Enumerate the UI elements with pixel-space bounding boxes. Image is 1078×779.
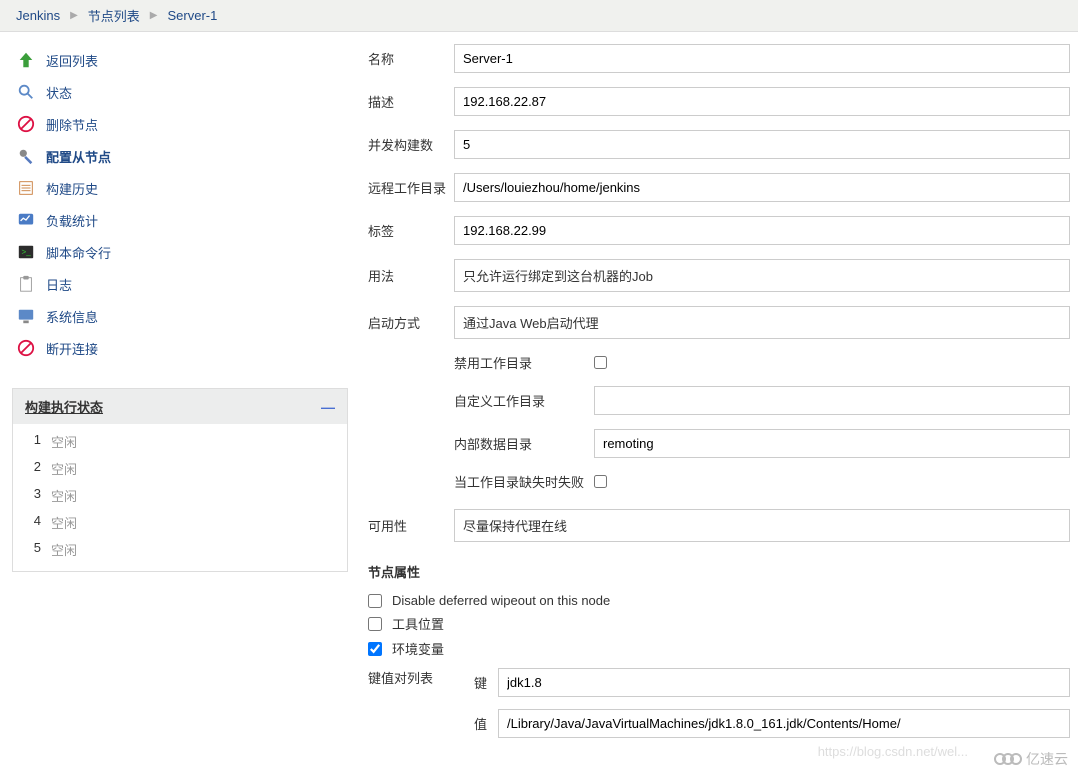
sidebar-item-label: 负载统计 — [46, 211, 98, 230]
name-input[interactable] — [454, 44, 1070, 73]
tool-location-checkbox[interactable] — [368, 617, 382, 631]
brand-logo: 亿速云 — [998, 749, 1068, 769]
gear-wrench-icon — [16, 146, 36, 166]
svg-text:>_: >_ — [22, 248, 32, 257]
disable-workdir-label: 禁用工作目录 — [454, 353, 594, 372]
custom-workdir-input[interactable] — [594, 386, 1070, 415]
custom-workdir-label: 自定义工作目录 — [454, 391, 594, 410]
internal-data-dir-input[interactable] — [594, 429, 1070, 458]
executor-panel: 构建执行状态 — 1空闲 2空闲 3空闲 4空闲 5空闲 — [12, 388, 348, 572]
launch-select[interactable]: 通过Java Web启动代理 — [454, 306, 1070, 339]
notepad-icon — [16, 178, 36, 198]
fail-if-missing-label: 当工作目录缺失时失败 — [454, 472, 594, 491]
breadcrumb-jenkins[interactable]: Jenkins — [16, 8, 60, 23]
sidebar-item-label: 返回列表 — [46, 51, 98, 70]
sidebar: 返回列表 状态 删除节点 配置从节点 构建历史 负载统计 — [0, 32, 360, 762]
sidebar-item-log[interactable]: 日志 — [12, 268, 348, 300]
chevron-right-icon: ▶ — [70, 10, 78, 21]
chevron-right-icon: ▶ — [150, 10, 158, 21]
labels-input[interactable] — [454, 216, 1070, 245]
sidebar-item-label: 删除节点 — [46, 115, 98, 134]
usage-label: 用法 — [368, 266, 454, 285]
name-label: 名称 — [368, 49, 454, 68]
sidebar-item-system-info[interactable]: 系统信息 — [12, 300, 348, 332]
remote-fs-input[interactable] — [454, 173, 1070, 202]
sidebar-item-label: 状态 — [46, 83, 72, 102]
executor-row: 1空闲 — [25, 428, 335, 455]
sidebar-item-back-to-list[interactable]: 返回列表 — [12, 44, 348, 76]
executor-row: 5空闲 — [25, 536, 335, 563]
desc-label: 描述 — [368, 92, 454, 111]
sidebar-item-delete-node[interactable]: 删除节点 — [12, 108, 348, 140]
brand-icon — [998, 753, 1022, 765]
env-vars-label: 环境变量 — [392, 639, 444, 658]
breadcrumb: Jenkins ▶ 节点列表 ▶ Server-1 — [0, 0, 1078, 32]
terminal-icon: >_ — [16, 242, 36, 262]
disable-wipeout-checkbox[interactable] — [368, 594, 382, 608]
executor-row: 4空闲 — [25, 509, 335, 536]
remote-fs-label: 远程工作目录 — [368, 178, 454, 197]
executor-row: 2空闲 — [25, 455, 335, 482]
sidebar-item-label: 断开连接 — [46, 339, 98, 358]
executor-header: 构建执行状态 — — [13, 389, 347, 424]
no-entry-icon — [16, 114, 36, 134]
desc-input[interactable] — [454, 87, 1070, 116]
magnifier-icon — [16, 82, 36, 102]
executors-label: 并发构建数 — [368, 135, 454, 154]
executor-body: 1空闲 2空闲 3空闲 4空闲 5空闲 — [13, 424, 347, 571]
sidebar-item-label: 构建历史 — [46, 179, 98, 198]
sidebar-item-label: 配置从节点 — [46, 147, 111, 166]
executors-input[interactable] — [454, 130, 1070, 159]
brand-text: 亿速云 — [1026, 749, 1068, 769]
sidebar-item-script-console[interactable]: >_ 脚本命令行 — [12, 236, 348, 268]
launch-label: 启动方式 — [368, 313, 454, 332]
sidebar-item-status[interactable]: 状态 — [12, 76, 348, 108]
sidebar-item-load-stats[interactable]: 负载统计 — [12, 204, 348, 236]
sidebar-item-label: 脚本命令行 — [46, 243, 111, 262]
breadcrumb-server[interactable]: Server-1 — [168, 8, 218, 23]
fail-if-missing-checkbox[interactable] — [594, 475, 607, 488]
executor-title[interactable]: 构建执行状态 — [25, 397, 103, 416]
usage-select[interactable]: 只允许运行绑定到这台机器的Job — [454, 259, 1070, 292]
availability-select[interactable]: 尽量保持代理在线 — [454, 509, 1070, 542]
kv-value-label: 值 — [474, 714, 498, 733]
kv-value-input[interactable] — [498, 709, 1070, 738]
main-form: 名称 描述 并发构建数 远程工作目录 标签 用法 只允许运行绑定到这台机器的Jo… — [360, 32, 1078, 762]
sidebar-item-disconnect[interactable]: 断开连接 — [12, 332, 348, 364]
monitor-icon — [16, 306, 36, 326]
env-vars-checkbox[interactable] — [368, 642, 382, 656]
collapse-icon[interactable]: — — [321, 399, 335, 415]
kv-key-label: 键 — [474, 673, 498, 692]
clipboard-icon — [16, 274, 36, 294]
disable-wipeout-label: Disable deferred wipeout on this node — [392, 593, 610, 608]
sidebar-item-label: 日志 — [46, 275, 72, 294]
monitor-chart-icon — [16, 210, 36, 230]
disable-workdir-checkbox[interactable] — [594, 356, 607, 369]
no-entry-icon — [16, 338, 36, 358]
breadcrumb-nodes[interactable]: 节点列表 — [88, 6, 140, 25]
tool-location-label: 工具位置 — [392, 614, 444, 633]
internal-data-dir-label: 内部数据目录 — [454, 434, 594, 453]
arrow-up-icon — [16, 50, 36, 70]
kv-list-label: 键值对列表 — [368, 668, 474, 750]
kv-key-input[interactable] — [498, 668, 1070, 697]
availability-label: 可用性 — [368, 516, 454, 535]
labels-label: 标签 — [368, 221, 454, 240]
watermark: https://blog.csdn.net/wel... — [818, 744, 968, 759]
executor-row: 3空闲 — [25, 482, 335, 509]
node-props-title: 节点属性 — [368, 562, 1070, 581]
sidebar-item-build-history[interactable]: 构建历史 — [12, 172, 348, 204]
sidebar-item-configure-node[interactable]: 配置从节点 — [12, 140, 348, 172]
sidebar-item-label: 系统信息 — [46, 307, 98, 326]
